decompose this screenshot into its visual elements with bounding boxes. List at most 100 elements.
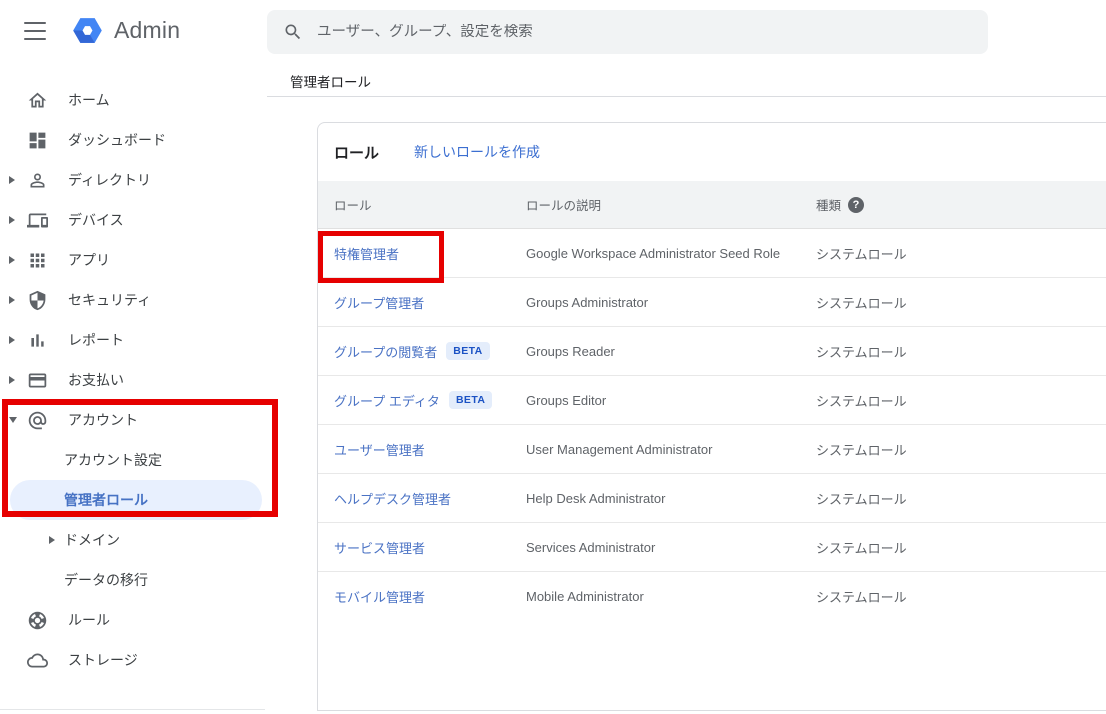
sidebar-item-label: ドメイン bbox=[64, 530, 120, 550]
sidebar-item-label: アカウント設定 bbox=[64, 450, 162, 470]
chevron-down-icon[interactable] bbox=[9, 417, 17, 423]
chevron-right-icon[interactable] bbox=[9, 176, 15, 184]
role-description: Google Workspace Administrator Seed Role bbox=[526, 246, 780, 261]
credit-card-icon bbox=[27, 370, 48, 391]
sidebar-item-アプリ[interactable]: アプリ bbox=[0, 240, 265, 280]
role-type: システムロール bbox=[816, 587, 907, 606]
sidebar-item-お支払い[interactable]: お支払い bbox=[0, 360, 265, 400]
apps-icon bbox=[27, 250, 48, 271]
role-cell: ユーザー管理者 bbox=[334, 440, 425, 459]
search-input[interactable] bbox=[317, 24, 972, 40]
chevron-right-icon[interactable] bbox=[9, 216, 15, 224]
role-description: Groups Reader bbox=[526, 344, 615, 359]
cloud-icon bbox=[27, 650, 48, 671]
sidebar-item-label: 管理者ロール bbox=[64, 490, 148, 510]
shield-icon bbox=[27, 290, 48, 311]
role-type: システムロール bbox=[816, 440, 907, 459]
sidebar-item-label: アプリ bbox=[68, 250, 110, 270]
sidebar-item-label: ホーム bbox=[68, 90, 110, 110]
google-admin-hexagon-icon bbox=[70, 13, 105, 48]
role-description: User Management Administrator bbox=[526, 442, 712, 457]
role-link[interactable]: ヘルプデスク管理者 bbox=[334, 489, 451, 508]
role-cell: サービス管理者 bbox=[334, 538, 425, 557]
sidebar-item-label: アカウント bbox=[68, 410, 138, 430]
person-icon bbox=[27, 170, 48, 191]
sidebar-item-管理者ロール[interactable]: 管理者ロール bbox=[0, 480, 265, 520]
admin-logo[interactable]: Admin bbox=[70, 13, 180, 48]
sidebar-item-label: ストレージ bbox=[68, 650, 138, 670]
column-header-role: ロール bbox=[334, 195, 372, 214]
help-icon[interactable]: ? bbox=[848, 197, 864, 213]
table-row: グループの閲覧者BETA Groups Reader システムロール bbox=[318, 327, 1106, 376]
card-header: ロール 新しいロールを作成 bbox=[318, 123, 1106, 181]
role-type: システムロール bbox=[816, 342, 907, 361]
sidebar-item-label: ルール bbox=[68, 610, 110, 630]
table-row: グループ管理者 Groups Administrator システムロール bbox=[318, 278, 1106, 327]
search-icon bbox=[283, 22, 303, 42]
role-description: Services Administrator bbox=[526, 540, 655, 555]
role-type: システムロール bbox=[816, 391, 907, 410]
table-row: サービス管理者 Services Administrator システムロール bbox=[318, 523, 1106, 572]
chevron-right-icon[interactable] bbox=[49, 536, 55, 544]
sidebar-item-セキュリティ[interactable]: セキュリティ bbox=[0, 280, 265, 320]
role-link[interactable]: モバイル管理者 bbox=[334, 587, 425, 606]
sidebar-item-アカウント設定[interactable]: アカウント設定 bbox=[0, 440, 265, 480]
sidebar-item-ルール[interactable]: ルール bbox=[0, 600, 265, 640]
sidebar-item-label: ディレクトリ bbox=[68, 170, 151, 190]
sidebar-item-ストレージ[interactable]: ストレージ bbox=[0, 640, 265, 680]
role-cell: モバイル管理者 bbox=[334, 587, 425, 606]
sidebar-item-label: デバイス bbox=[68, 210, 124, 230]
chevron-right-icon[interactable] bbox=[9, 336, 15, 344]
table-row: ユーザー管理者 User Management Administrator システム… bbox=[318, 425, 1106, 474]
roles-card: ロール 新しいロールを作成 ロール ロールの説明 種類 ? 特権管理者 Googl… bbox=[317, 122, 1106, 711]
sidebar-item-ドメイン[interactable]: ドメイン bbox=[0, 520, 265, 560]
role-link[interactable]: グループの閲覧者 bbox=[334, 342, 437, 361]
role-link[interactable]: サービス管理者 bbox=[334, 538, 425, 557]
role-cell: グループ エディタ BETA bbox=[334, 391, 492, 410]
table-row: ヘルプデスク管理者 Help Desk Administrator システムロール bbox=[318, 474, 1106, 523]
column-header-type: 種類 ? bbox=[816, 195, 864, 214]
chevron-right-icon[interactable] bbox=[9, 256, 15, 264]
role-type: システムロール bbox=[816, 244, 907, 263]
chevron-right-icon[interactable] bbox=[9, 376, 15, 384]
role-link[interactable]: グループ管理者 bbox=[334, 293, 424, 312]
chevron-right-icon[interactable] bbox=[9, 296, 15, 304]
sidebar-item-label: レポート bbox=[68, 330, 124, 350]
sidebar-item-ディレクトリ[interactable]: ディレクトリ bbox=[0, 160, 265, 200]
menu-icon[interactable] bbox=[24, 21, 48, 41]
home-icon bbox=[27, 90, 48, 111]
devices-icon bbox=[27, 210, 48, 231]
role-description: Mobile Administrator bbox=[526, 589, 644, 604]
role-cell: グループの閲覧者BETA bbox=[334, 342, 490, 361]
role-description: Groups Administrator bbox=[526, 295, 648, 310]
sidebar-item-label: セキュリティ bbox=[68, 290, 151, 310]
column-header-description: ロールの説明 bbox=[526, 195, 601, 214]
role-description: Help Desk Administrator bbox=[526, 491, 665, 506]
sidebar-item-レポート[interactable]: レポート bbox=[0, 320, 265, 360]
sidebar-item-アカウント[interactable]: アカウント bbox=[0, 400, 265, 440]
role-link[interactable]: 特権管理者 bbox=[334, 244, 399, 263]
dashboard-icon bbox=[27, 130, 48, 151]
sidebar-item-ダッシュボード[interactable]: ダッシュボード bbox=[0, 120, 265, 160]
table-row: 特権管理者 Google Workspace Administrator Seed… bbox=[318, 229, 1106, 278]
role-link[interactable]: ユーザー管理者 bbox=[334, 440, 425, 459]
role-link[interactable]: グループ エディタ bbox=[334, 391, 440, 410]
search-bar[interactable] bbox=[267, 10, 988, 54]
role-cell: グループ管理者 bbox=[334, 293, 424, 312]
beta-badge: BETA bbox=[449, 391, 492, 409]
table-header-row: ロール ロールの説明 種類 ? bbox=[318, 181, 1106, 229]
admin-console-page: Admin ホームダッシュボードディレクトリデバイスアプリセキュリティレポートお… bbox=[0, 0, 1106, 714]
role-cell: ヘルプデスク管理者 bbox=[334, 489, 451, 508]
sidebar-item-ホーム[interactable]: ホーム bbox=[0, 80, 265, 120]
bar-chart-icon bbox=[27, 330, 48, 351]
at-sign-icon bbox=[27, 410, 48, 431]
sidebar-item-label: ダッシュボード bbox=[68, 130, 166, 150]
role-type: システムロール bbox=[816, 489, 907, 508]
role-type: システムロール bbox=[816, 293, 907, 312]
table-row: グループ エディタBETAGroups Editorシステムロール bbox=[318, 376, 1106, 425]
role-type: システムロール bbox=[816, 538, 907, 557]
sidebar-item-データの移行[interactable]: データの移行 bbox=[0, 560, 265, 600]
create-role-link[interactable]: 新しいロールを作成 bbox=[414, 142, 540, 162]
sidebar-item-デバイス[interactable]: デバイス bbox=[0, 200, 265, 240]
topbar: Admin bbox=[0, 0, 1106, 62]
